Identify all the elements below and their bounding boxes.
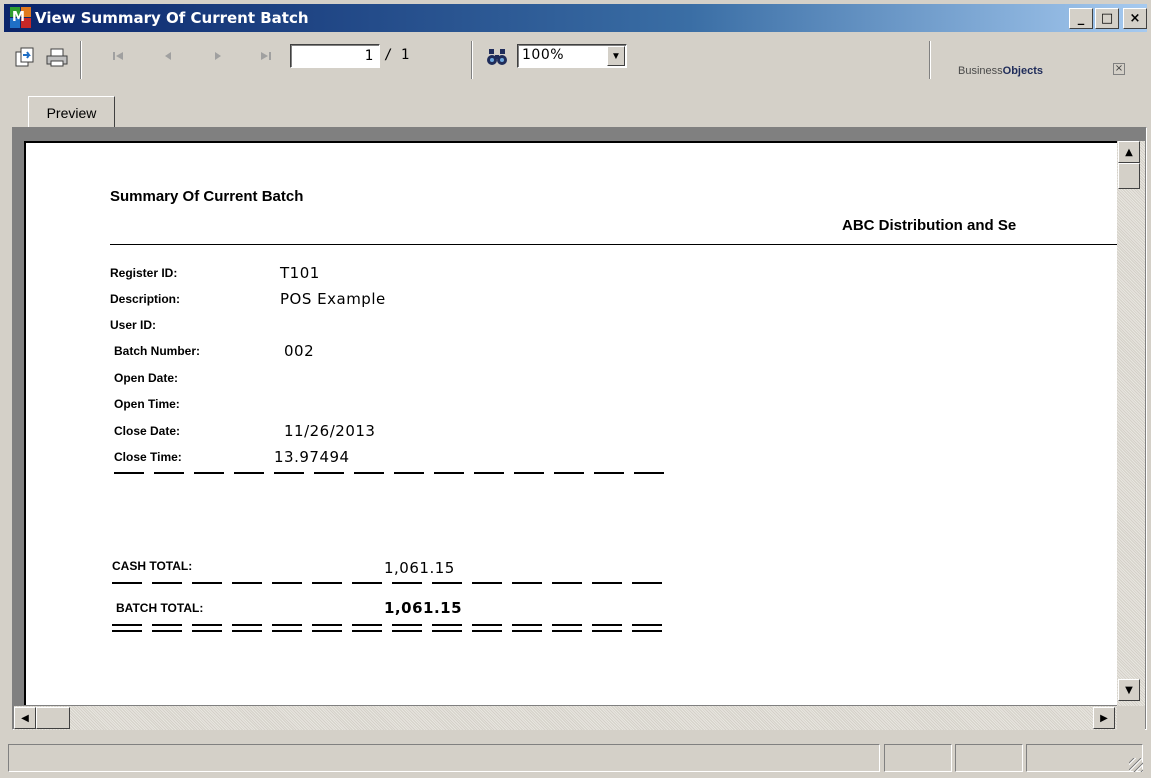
first-page-icon[interactable] (108, 46, 128, 66)
scroll-down-button[interactable]: ▼ (1118, 679, 1140, 701)
last-page-icon[interactable] (256, 46, 276, 66)
field-value: 13.97494 (274, 448, 350, 466)
field-value: T101 (280, 264, 320, 282)
close-button[interactable]: × (1123, 8, 1147, 29)
header-divider (110, 244, 1117, 245)
window-title: View Summary Of Current Batch (35, 9, 309, 27)
resize-grip[interactable] (1129, 758, 1143, 772)
next-page-icon[interactable] (208, 46, 228, 66)
cash-total-value: 1,061.15 (384, 559, 455, 577)
toolbar-separator (471, 41, 473, 79)
field-label: Open Date: (114, 371, 179, 385)
field-value: POS Example (280, 290, 386, 308)
report-title: Summary Of Current Batch (110, 188, 304, 205)
batch-total-label: BATCH TOTAL: (116, 601, 204, 615)
app-icon: M (10, 7, 32, 29)
toolbar: 1 / 1 100% ▼ BusinessObjects × (4, 35, 1147, 91)
field-label: Batch Number: (114, 344, 201, 358)
export-icon[interactable] (12, 44, 38, 70)
status-pane (884, 744, 952, 772)
report-page: Summary Of Current Batch ABC Distributio… (24, 141, 1117, 705)
binoculars-icon[interactable] (484, 44, 510, 70)
scroll-left-button[interactable]: ◀ (14, 707, 36, 729)
zoom-value: 100% (522, 47, 565, 63)
horizontal-scrollbar[interactable]: ◀ ▶ (14, 706, 1117, 730)
minimize-button[interactable]: _ (1069, 8, 1093, 29)
field-label: Register ID: (110, 266, 178, 280)
title-bar[interactable]: M View Summary Of Current Batch _ □ × (4, 4, 1147, 32)
page-total: / 1 (384, 47, 410, 63)
scrollbar-corner (1117, 706, 1145, 730)
field-label: Description: (110, 292, 181, 306)
tab-strip: Preview (4, 96, 1147, 130)
vertical-scrollbar[interactable]: ▲ ▼ (1117, 141, 1145, 706)
business-objects-logo: BusinessObjects (958, 65, 1043, 77)
zoom-select[interactable]: 100% ▼ (517, 44, 627, 68)
vertical-scroll-thumb[interactable] (1118, 163, 1140, 189)
double-dashed-divider (112, 624, 662, 626)
scroll-up-button[interactable]: ▲ (1118, 141, 1140, 163)
dashed-divider (112, 582, 662, 584)
scroll-right-button[interactable]: ▶ (1093, 707, 1115, 729)
batch-total-value: 1,061.15 (384, 599, 463, 617)
field-label: User ID: (110, 318, 157, 332)
toolbar-separator (80, 41, 82, 79)
printer-icon[interactable] (44, 44, 70, 70)
cash-total-label: CASH TOTAL: (112, 559, 193, 573)
horizontal-scroll-thumb[interactable] (36, 707, 70, 729)
chevron-down-icon[interactable]: ▼ (607, 46, 625, 66)
status-pane (1026, 744, 1143, 772)
toolbar-separator (929, 41, 931, 79)
maximize-button[interactable]: □ (1095, 8, 1119, 29)
report-viewer-window: M View Summary Of Current Batch _ □ × 1 … (0, 0, 1151, 778)
page-number-input[interactable]: 1 (290, 44, 380, 68)
tab-preview[interactable]: Preview (28, 96, 115, 130)
dashed-divider (114, 472, 664, 474)
field-label: Close Date: (114, 424, 181, 438)
field-label: Close Time: (114, 450, 182, 464)
field-value: 002 (284, 342, 315, 360)
field-value: 11/26/2013 (284, 422, 376, 440)
double-dashed-divider (112, 630, 662, 632)
company-name: ABC Distribution and Se (842, 217, 1017, 234)
close-icon[interactable]: × (1113, 63, 1125, 75)
previous-page-icon[interactable] (158, 46, 178, 66)
status-pane-main (8, 744, 880, 772)
field-label: Open Time: (114, 397, 180, 411)
status-pane (955, 744, 1023, 772)
status-bar (4, 740, 1147, 774)
